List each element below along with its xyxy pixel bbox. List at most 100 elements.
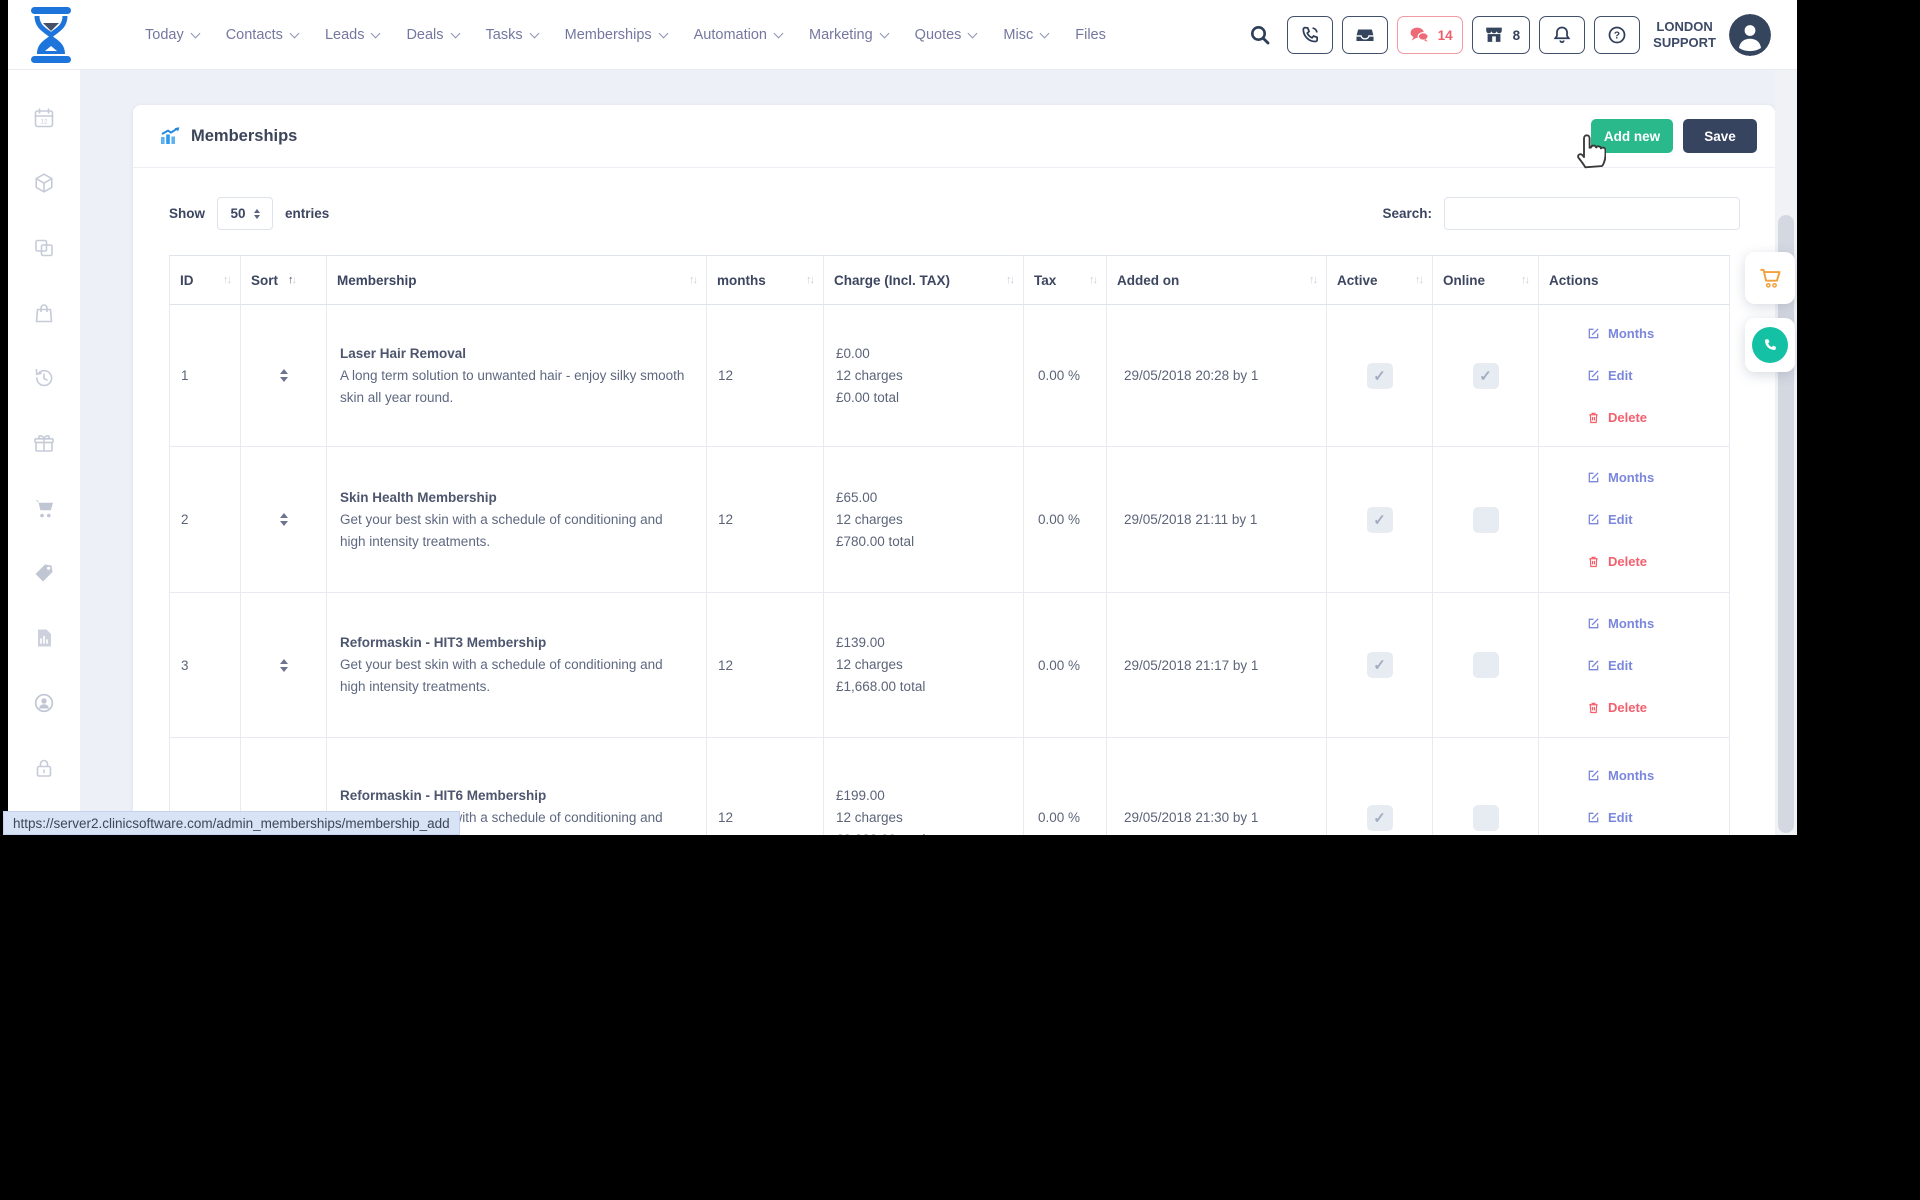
nav-files[interactable]: Files: [1075, 27, 1106, 43]
nav-marketing[interactable]: Marketing: [809, 27, 888, 43]
online-checkbox[interactable]: ✓: [1473, 363, 1499, 389]
charge-price: £199.00: [836, 785, 1023, 807]
show-label: Show: [169, 206, 205, 221]
nav-leads[interactable]: Leads: [325, 27, 380, 43]
nav-quotes[interactable]: Quotes: [915, 27, 977, 43]
cell-sort: [241, 593, 327, 738]
sort-handle-icon[interactable]: [280, 369, 288, 382]
sort-handle-icon[interactable]: [280, 659, 288, 672]
col-header-membership[interactable]: Membership↑↓: [327, 255, 707, 305]
lock-icon[interactable]: [32, 756, 56, 780]
cell-online: [1433, 738, 1539, 835]
avatar[interactable]: [1729, 14, 1771, 56]
chat-button[interactable]: 14: [1397, 16, 1463, 54]
cell-online: [1433, 593, 1539, 738]
copy-icon[interactable]: [32, 236, 56, 260]
staff-icon[interactable]: [32, 691, 56, 715]
clinicsoftware-logo[interactable]: [25, 6, 77, 64]
shopping-bag-icon[interactable]: [32, 301, 56, 325]
gift-icon[interactable]: [32, 431, 56, 455]
months-link[interactable]: Months: [1587, 470, 1729, 485]
vertical-scrollbar[interactable]: [1775, 70, 1797, 835]
delete-link[interactable]: Delete: [1587, 554, 1729, 569]
nav-misc[interactable]: Misc: [1003, 27, 1048, 43]
charge-count: 12 charges: [836, 365, 1023, 387]
col-header-charge[interactable]: Charge (Incl. TAX)↑↓: [824, 255, 1024, 305]
active-checkbox[interactable]: ✓: [1367, 363, 1393, 389]
scrollbar-thumb[interactable]: [1778, 215, 1794, 833]
floating-phone-button[interactable]: [1745, 318, 1795, 372]
col-header-id[interactable]: ID↑↓: [169, 255, 241, 305]
chat-count-badge: 14: [1438, 28, 1453, 43]
floating-cart-button[interactable]: [1745, 252, 1795, 304]
save-button[interactable]: Save: [1683, 119, 1757, 153]
delete-link[interactable]: Delete: [1587, 700, 1729, 715]
online-checkbox[interactable]: [1473, 507, 1499, 533]
chevron-down-icon: [450, 28, 460, 38]
nav-automation[interactable]: Automation: [694, 27, 782, 43]
store-icon: [1482, 24, 1506, 46]
chevron-down-icon: [774, 28, 784, 38]
nav-memberships[interactable]: Memberships: [565, 27, 667, 43]
reports-icon[interactable]: [32, 626, 56, 650]
cart-icon[interactable]: [32, 496, 56, 520]
col-header-online[interactable]: Online↑↓: [1433, 255, 1539, 305]
search-input[interactable]: [1444, 197, 1740, 230]
phone-call-button[interactable]: [1287, 16, 1333, 54]
months-link[interactable]: Months: [1587, 326, 1729, 341]
page-title: Memberships: [191, 127, 297, 146]
inbox-button[interactable]: [1342, 16, 1388, 54]
charge-price: £65.00: [836, 487, 1023, 509]
active-checkbox[interactable]: ✓: [1367, 805, 1393, 831]
products-cube-icon[interactable]: [32, 171, 56, 195]
cell-tax: 0.00 %: [1024, 447, 1107, 593]
membership-desc: Get your best skin with a schedule of co…: [340, 509, 685, 553]
nav-tasks[interactable]: Tasks: [486, 27, 538, 43]
search-icon[interactable]: [1248, 23, 1272, 47]
notifications-button[interactable]: [1539, 16, 1585, 54]
sort-icon: ↑↓: [1521, 274, 1530, 286]
nav-today[interactable]: Today: [145, 27, 199, 43]
cell-actions: Months Edit Delete: [1539, 593, 1730, 738]
delete-link[interactable]: Delete: [1587, 410, 1729, 425]
calendar-icon[interactable]: 12: [32, 106, 56, 130]
chevron-down-icon: [879, 28, 889, 38]
cell-membership: Laser Hair Removal A long term solution …: [327, 305, 707, 447]
sort-handle-icon[interactable]: [280, 513, 288, 526]
col-header-active[interactable]: Active↑↓: [1327, 255, 1433, 305]
page-size-select[interactable]: 50: [217, 197, 273, 230]
chevron-down-icon: [371, 28, 381, 38]
active-checkbox[interactable]: ✓: [1367, 652, 1393, 678]
topbar-actions: 14 8 ? LONDON SUPPORT: [1248, 0, 1771, 70]
tags-icon[interactable]: [32, 561, 56, 585]
active-checkbox[interactable]: ✓: [1367, 507, 1393, 533]
col-header-tax[interactable]: Tax↑↓: [1024, 255, 1107, 305]
trash-icon: [1587, 701, 1600, 714]
online-checkbox[interactable]: [1473, 652, 1499, 678]
charge-total: £780.00 total: [836, 531, 1023, 553]
cart-icon: [1756, 265, 1784, 291]
months-link[interactable]: Months: [1587, 768, 1729, 783]
history-icon[interactable]: [32, 366, 56, 390]
edit-link[interactable]: Edit: [1587, 368, 1729, 383]
months-link[interactable]: Months: [1587, 616, 1729, 631]
chat-bubbles-icon: [1407, 24, 1431, 46]
store-button[interactable]: 8: [1472, 16, 1531, 54]
cell-id: 2: [169, 447, 241, 593]
col-header-added-on[interactable]: Added on↑↓: [1107, 255, 1327, 305]
help-button[interactable]: ?: [1594, 16, 1640, 54]
col-header-months[interactable]: months↑↓: [707, 255, 824, 305]
nav-contacts[interactable]: Contacts: [226, 27, 298, 43]
online-checkbox[interactable]: [1473, 805, 1499, 831]
edit-link[interactable]: Edit: [1587, 512, 1729, 527]
cell-charge: £139.00 12 charges £1,668.00 total: [824, 593, 1024, 738]
edit-link[interactable]: Edit: [1587, 810, 1729, 825]
left-sidebar: 12: [8, 70, 80, 835]
cell-actions: Months Edit Delete: [1539, 738, 1730, 835]
cell-tax: 0.00 %: [1024, 593, 1107, 738]
col-header-sort[interactable]: Sort↑↓: [241, 255, 327, 305]
cell-added-on: 29/05/2018 21:11 by 1: [1107, 447, 1327, 593]
cell-active: ✓: [1327, 593, 1433, 738]
edit-link[interactable]: Edit: [1587, 658, 1729, 673]
nav-deals[interactable]: Deals: [406, 27, 458, 43]
